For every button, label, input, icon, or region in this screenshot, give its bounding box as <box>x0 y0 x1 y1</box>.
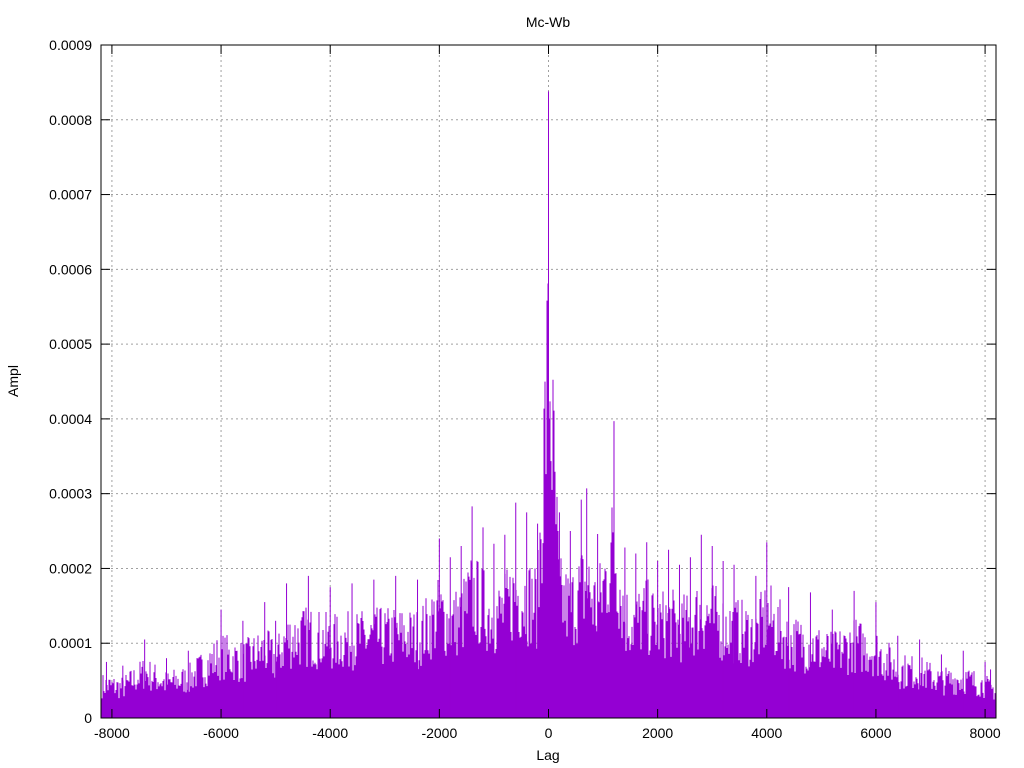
y-tick-label: 0.0004 <box>49 411 92 427</box>
y-tick-label: 0.0003 <box>49 486 92 502</box>
y-tick-label: 0.0002 <box>49 560 92 576</box>
y-tick-label: 0.0008 <box>49 112 92 128</box>
y-axis-label: Ampl <box>5 365 21 397</box>
x-tick-label: 8000 <box>970 725 1001 741</box>
y-tick-label: 0.0005 <box>49 336 92 352</box>
x-tick-label: 0 <box>545 725 553 741</box>
x-axis-label: Lag <box>536 747 559 763</box>
x-tick-label: -2000 <box>421 725 457 741</box>
chart-title: Mc-Wb <box>526 14 571 30</box>
x-tick-label: 2000 <box>642 725 673 741</box>
data-impulses <box>101 91 996 718</box>
y-tick-label: 0.0001 <box>49 635 92 651</box>
y-tick-label: 0.0007 <box>49 187 92 203</box>
x-tick-label: 4000 <box>751 725 782 741</box>
y-tick-label: 0 <box>84 710 92 726</box>
y-tick-label: 0.0009 <box>49 37 92 53</box>
chart: 0 0.0001 0.0002 0.0003 0.0004 0.0005 0.0006 0.0… <box>5 14 1001 763</box>
x-tick-label: -6000 <box>203 725 239 741</box>
y-tick-label: 0.0006 <box>49 261 92 277</box>
x-tick-label: 6000 <box>860 725 891 741</box>
x-tick-label: -4000 <box>312 725 348 741</box>
x-tick-label: -8000 <box>94 725 130 741</box>
